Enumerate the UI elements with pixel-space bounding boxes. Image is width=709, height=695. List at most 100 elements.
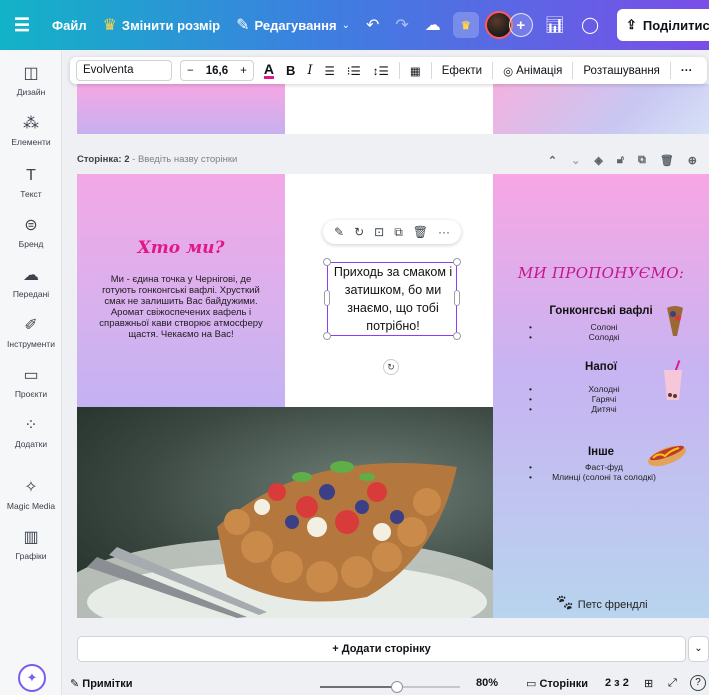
notes-label: Примітки [82, 678, 133, 690]
text-color-button[interactable]: A [258, 60, 280, 79]
sidebar-item-design[interactable]: ◫ Дизайн [0, 64, 62, 97]
sidebar-item-tools[interactable]: ✐ Інструменти [0, 316, 62, 349]
help-icon[interactable]: ? [690, 675, 706, 691]
about-title[interactable]: Хто ми? [77, 238, 285, 258]
resize-handle[interactable] [324, 290, 330, 306]
font-size-input[interactable]: 16,6 [200, 65, 234, 77]
resize-handle[interactable] [323, 332, 331, 340]
waffle-photo[interactable] [77, 407, 493, 618]
more-icon[interactable]: ··· [438, 225, 450, 239]
transparency-button[interactable]: ▦ [404, 64, 427, 78]
zoom-slider-handle[interactable] [391, 681, 403, 693]
hide-icon[interactable]: ◈ [594, 154, 602, 167]
menu-icon[interactable]: ☰ [0, 15, 44, 36]
page1-middle-panel[interactable] [285, 84, 493, 134]
sidebar-item-label: Додатки [14, 439, 48, 449]
sidebar-item-label: Інструменти [7, 339, 55, 349]
rotate-refresh-icon[interactable]: ↻ [354, 225, 364, 239]
offer-list[interactable]: Холодні Гарячі Дитячі [529, 384, 679, 414]
redo-button[interactable]: ↷ [387, 15, 416, 35]
list-button[interactable]: ⁝☰ [341, 64, 367, 78]
resize-button[interactable]: ♛ Змінити розмір [95, 15, 229, 35]
animation-label: Анімація [516, 64, 563, 77]
grid-view-icon[interactable]: ⊞ [644, 677, 653, 690]
chevron-up-icon[interactable]: ⌃ [548, 154, 557, 167]
file-menu[interactable]: Файл [44, 18, 95, 33]
pets-friendly-note[interactable]: 🐾︎ Петс френдлі [493, 593, 709, 613]
offer-panel[interactable]: МИ ПРОПОНУЄМО: Гонконгські вафлі Солоні … [493, 174, 709, 618]
sidebar-item-magic-media[interactable]: ✧ Magic Media [0, 478, 62, 511]
offer-title[interactable]: МИ ПРОПОНУЄМО: [493, 264, 709, 282]
duplicate-icon[interactable]: ⧉ [394, 225, 403, 240]
toolbar-divider [669, 62, 671, 79]
cloud-save-button[interactable]: ☁ [417, 15, 449, 35]
about-body[interactable]: Ми - єдина точка у Чернігові, де готують… [99, 274, 263, 340]
magic-write-icon[interactable]: ✎ [334, 225, 344, 239]
italic-button[interactable]: I [301, 63, 318, 78]
sparkle-icon: ✦ [26, 670, 38, 685]
page-actions: ⌃ ⌄ ◈ 🔓︎ ⧉ 🗑︎ ⊕ [548, 154, 697, 167]
font-family-select[interactable]: Evolventa [76, 60, 172, 81]
resize-handle[interactable] [453, 332, 461, 340]
trash-icon[interactable]: 🗑︎ [413, 225, 428, 239]
page1-right-panel[interactable] [493, 84, 709, 134]
page1-left-panel[interactable] [77, 84, 285, 134]
comments-button[interactable]: ◯ [573, 15, 607, 35]
brand-icon: ⊜ [24, 217, 38, 234]
redo-icon: ↷ [395, 17, 409, 34]
sidebar-item-brand[interactable]: ⊜ Бренд [0, 216, 62, 249]
sidebar-item-elements[interactable]: ⁂ Елементи [0, 114, 62, 147]
share-button[interactable]: ⇪ Поділитися [617, 9, 709, 41]
zoom-level[interactable]: 80% [476, 677, 498, 689]
add-collaborator-button[interactable]: + [508, 13, 533, 37]
more-options-button[interactable]: ··· [675, 65, 699, 77]
lock-icon[interactable]: 🔓︎ [617, 154, 624, 167]
list-item: Солодкі [529, 332, 679, 342]
sidebar-item-projects[interactable]: ▭ Проєкти [0, 366, 62, 399]
font-size-decrease-button[interactable]: − [181, 65, 200, 77]
pages-view-button[interactable]: ▭ Сторінки [526, 677, 588, 690]
offer-list[interactable]: Солоні Солодкі [529, 322, 679, 342]
page-counter: 2 з 2 [605, 677, 629, 689]
more-icon: ··· [680, 64, 693, 77]
sidebar-item-text[interactable]: T Текст [0, 166, 62, 199]
spacing-button[interactable]: ↕☰ [367, 64, 395, 78]
fullscreen-icon[interactable]: ⤢ [668, 677, 677, 690]
align-button[interactable]: ☰ [318, 64, 340, 78]
premium-button[interactable]: ♛ [452, 12, 479, 38]
slogan-text[interactable]: Приходь за смаком і затишком, бо ми знає… [328, 263, 458, 335]
chevron-down-icon[interactable]: ⌄ [571, 154, 580, 167]
animation-button[interactable]: ◎ Анімація [497, 64, 568, 78]
add-page-button[interactable]: + Додати сторінку [77, 636, 686, 662]
about-panel[interactable]: Хто ми? Ми - єдина точка у Чернігові, де… [77, 174, 285, 407]
italic-icon: I [307, 63, 313, 78]
sidebar-item-uploads[interactable]: ☁ Передані [0, 266, 62, 299]
rotate-handle[interactable]: ↻ [383, 359, 399, 375]
slogan-panel[interactable]: ✎ ↻ ⊡ ⧉ 🗑︎ ··· Приходь за смаком і затиш… [285, 174, 493, 407]
selected-text-box[interactable]: Приходь за смаком і затишком, бо ми знає… [323, 258, 461, 340]
trash-icon[interactable]: 🗑︎ [660, 154, 674, 167]
sidebar-item-apps[interactable]: ⁘ Додатки [0, 416, 62, 449]
resize-handle[interactable] [454, 290, 460, 306]
notes-button[interactable]: ✎ Примітки [70, 677, 133, 690]
lock-icon[interactable]: ⊡ [374, 225, 384, 239]
sidebar-item-charts[interactable]: ▥ Графіки [0, 528, 62, 561]
effects-button[interactable]: Ефекти [436, 65, 488, 77]
add-page-icon[interactable]: ⊕ [688, 154, 697, 167]
insights-button[interactable]: 📊︎ [537, 15, 573, 35]
font-size-increase-button[interactable]: + [234, 65, 253, 77]
effects-label: Ефекти [441, 64, 483, 77]
position-button[interactable]: Розташування [577, 65, 666, 77]
zoom-slider[interactable] [320, 681, 460, 693]
text-color-icon: A [263, 60, 274, 79]
folder-icon: ▭ [23, 367, 39, 384]
page-title-input[interactable]: - Введіть назву сторінки [132, 154, 237, 165]
undo-button[interactable]: ↶ [358, 15, 387, 35]
edit-menu[interactable]: ✎ Редагування ⌄ [228, 15, 358, 35]
resize-handle[interactable] [323, 258, 331, 266]
duplicate-icon[interactable]: ⧉ [638, 154, 646, 167]
magic-assistant-button[interactable]: ✦ [18, 664, 46, 692]
bold-button[interactable]: B [280, 63, 301, 78]
resize-handle[interactable] [453, 258, 461, 266]
add-page-options-button[interactable]: ⌄ [688, 636, 709, 662]
